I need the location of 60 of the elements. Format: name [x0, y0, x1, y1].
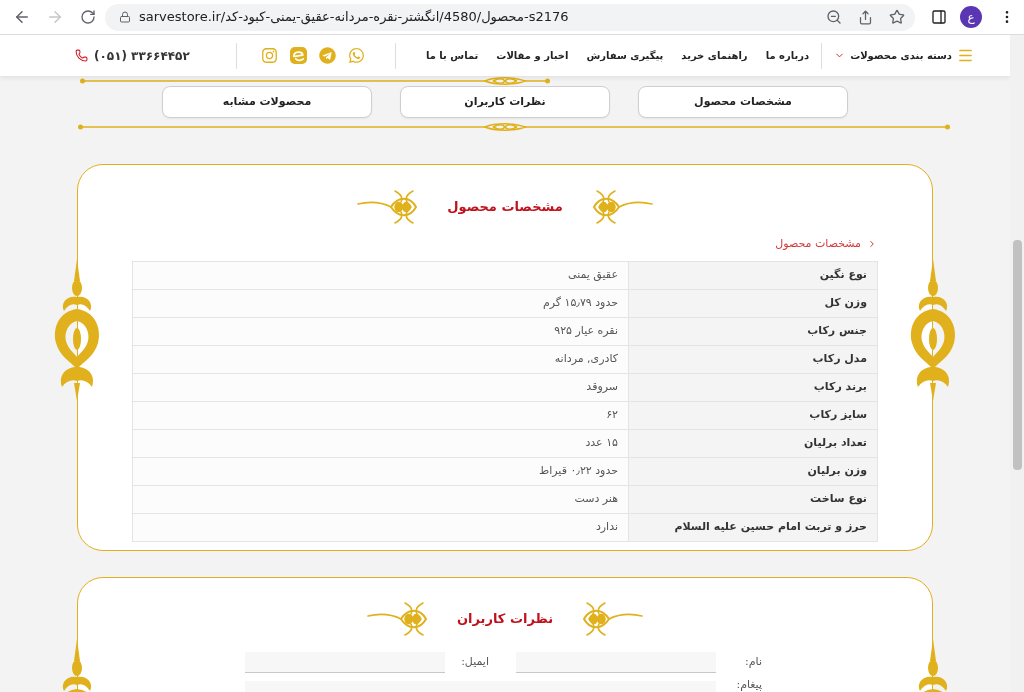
phone-icon	[75, 49, 88, 62]
spec-label-cell: نوع نگین	[628, 261, 878, 289]
profile-avatar[interactable]: ع	[960, 6, 982, 28]
filigree-ornament-drawing	[592, 190, 653, 224]
categories-menu-button[interactable]: دسته بندی محصولات	[834, 47, 974, 64]
zoom-out-icon[interactable]	[826, 9, 842, 25]
spec-value-cell: سروقد	[132, 373, 629, 401]
section-tab-button[interactable]: مشخصات محصول	[638, 86, 848, 118]
menu-icon	[957, 47, 974, 64]
url-text: sarvestore.ir/محصول/4580/انگشتر-نقره-مردانه-عقیق-یمنی-کبود-کد-s2176	[139, 8, 570, 27]
spec-value-cell: ندارد	[132, 513, 629, 541]
chevron-icon	[867, 239, 877, 250]
spec-value-cell: هنر دست	[132, 485, 629, 513]
spec-value-cell: نقره عیار ۹۲۵	[132, 317, 629, 345]
spec-label-cell: تعداد برلیان	[628, 429, 878, 457]
spec-value-cell: حدود ۰٫۲۲ قیراط	[132, 457, 629, 485]
section-title: مشخصات محصول	[447, 198, 563, 217]
section-title: نظرات کاربران	[456, 610, 554, 629]
scrollbar-thumb[interactable]	[1012, 240, 1022, 470]
field-label: نام:	[745, 654, 762, 671]
field-label: ایمیل:	[461, 654, 489, 671]
filigree-ornament-drawing	[357, 190, 418, 224]
text-input-field[interactable]	[516, 652, 716, 673]
spec-label-cell: سایز رکاب	[628, 401, 878, 429]
address-bar[interactable]: sarvestore.ir/محصول/4580/انگشتر-نقره-مردانه-عقیق-یمنی-کبود-کد-s2176	[105, 3, 915, 31]
spec-label-cell: نوع ساخت	[628, 485, 878, 513]
nav-link[interactable]: درباره ما	[765, 48, 810, 63]
section-tab-button[interactable]: نظرات کاربران	[400, 86, 610, 118]
instagram-icon[interactable]	[260, 47, 278, 64]
whatsapp-icon[interactable]	[347, 47, 365, 64]
nav-link[interactable]: پیگیری سفارش	[586, 48, 664, 63]
telegram-icon[interactable]	[318, 47, 336, 64]
filigree-ornament-drawing	[583, 602, 644, 636]
spec-label-cell: حرز و تربت امام حسین علیه السلام	[628, 513, 878, 541]
spec-label-cell: وزن برلیان	[628, 457, 878, 485]
swirl-logo-icon[interactable]	[289, 47, 307, 64]
spec-value-cell: ۶۲	[132, 401, 629, 429]
nav-link[interactable]: اخبار و مقالات	[496, 48, 569, 63]
lock-icon	[119, 11, 131, 23]
nav-link[interactable]: راهنمای خرید	[681, 48, 748, 63]
spec-value-cell: کادری, مردانه	[132, 345, 629, 373]
phone-number[interactable]: (۰۵۱) ۳۳۶۶۴۴۵۲	[94, 46, 190, 65]
share-icon[interactable]	[858, 9, 873, 25]
reload-icon	[80, 9, 96, 25]
spec-label-cell: برند رکاب	[628, 373, 878, 401]
spec-label-cell: جنس رکاب	[628, 317, 878, 345]
spec-value-cell: حدود ۱۵٫۷۹ گرم	[132, 289, 629, 317]
filigree-ornament-drawing	[366, 602, 427, 636]
star-icon[interactable]	[889, 9, 905, 25]
spec-label-cell: مدل رکاب	[628, 345, 878, 373]
nav-link[interactable]: تماس با ما	[425, 48, 479, 63]
field-label: پیغام:	[736, 678, 762, 691]
forward-arrow-icon	[46, 8, 64, 26]
breadcrumb-link[interactable]: مشخصات محصول	[775, 236, 861, 253]
side-panel-icon[interactable]	[931, 9, 947, 25]
spec-label-cell: وزن کل	[628, 289, 878, 317]
section-tab-button[interactable]: محصولات مشابه	[162, 86, 372, 118]
spec-value-cell: عقیق یمنی	[132, 261, 629, 289]
spec-value-cell: ۱۵ عدد	[132, 429, 629, 457]
text-input-field[interactable]	[245, 652, 445, 673]
